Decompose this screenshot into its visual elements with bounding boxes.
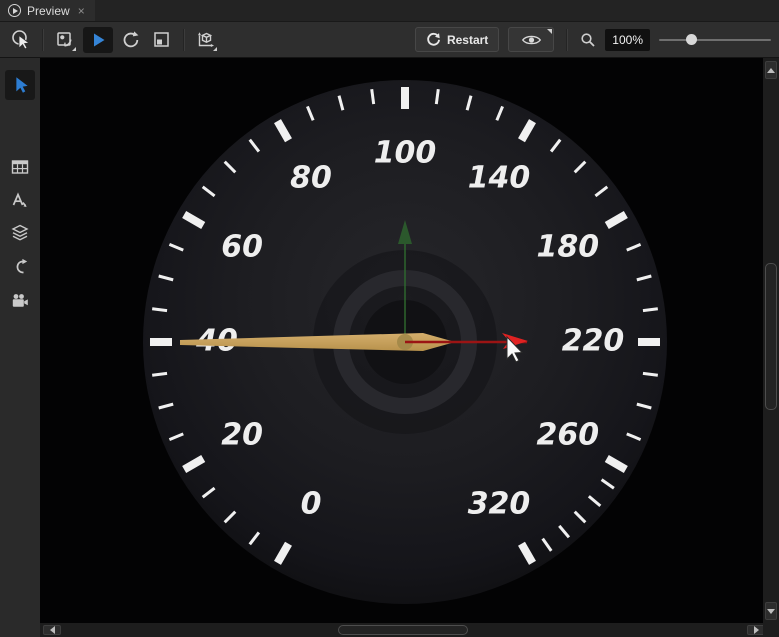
gauge-minor-tick — [643, 373, 658, 375]
restart-button[interactable]: Restart — [415, 27, 499, 52]
play-icon — [88, 30, 108, 50]
camera-icon — [10, 291, 30, 311]
zoom-slider-handle[interactable] — [686, 34, 697, 45]
preview-window: Preview × — [0, 0, 779, 637]
sidebar-item-table-view[interactable] — [5, 152, 35, 182]
toolbar-right-group: Restart 100% — [415, 27, 771, 52]
restart-label: Restart — [447, 33, 488, 47]
horizontal-scrollbar[interactable] — [40, 623, 763, 637]
rotate-tool-icon — [120, 29, 142, 51]
rotate-tool-button[interactable] — [118, 27, 144, 53]
arrow-up-icon — [767, 68, 775, 73]
sidebar-item-camera[interactable] — [5, 286, 35, 316]
toolbar-separator — [566, 29, 568, 51]
scale-tool-button[interactable] — [149, 27, 175, 53]
dropdown-corner-icon — [547, 29, 552, 34]
play-tool-button[interactable] — [83, 27, 113, 53]
connections-icon — [10, 257, 30, 277]
text-tool-icon — [10, 190, 30, 210]
zoom-slider-track[interactable] — [659, 39, 771, 41]
sidebar-item-select[interactable] — [5, 70, 35, 100]
scroll-up-button[interactable] — [765, 61, 777, 79]
toolbar: Restart 100% — [0, 22, 779, 58]
gauge-value-label: 260 — [537, 418, 600, 453]
arrow-right-icon — [754, 626, 759, 634]
arrow-down-icon — [767, 609, 775, 614]
scale-tool-icon — [151, 29, 173, 51]
sidebar-item-text[interactable] — [5, 185, 35, 215]
sidebar-item-layers[interactable] — [5, 218, 35, 248]
transform-tool-button[interactable] — [52, 27, 78, 53]
gauge-value-label: 140 — [468, 161, 531, 196]
arrow-left-icon — [50, 626, 55, 634]
gauge-value-label: 100 — [374, 136, 437, 171]
gauge-value-label: 180 — [537, 230, 600, 265]
visibility-button[interactable] — [508, 27, 554, 52]
zoom-slider[interactable] — [659, 33, 771, 47]
gauge-value-label: 80 — [290, 161, 332, 196]
preview-play-icon — [8, 4, 21, 17]
zoom-magnifier-icon — [580, 32, 596, 48]
gauge-minor-tick — [152, 309, 167, 311]
vertical-scroll-thumb[interactable] — [765, 263, 777, 410]
zoom-level-value[interactable]: 100% — [605, 29, 650, 51]
gauge-value-label: 220 — [562, 324, 625, 359]
vertical-scrollbar[interactable] — [763, 58, 779, 623]
gauge-minor-tick — [152, 373, 167, 375]
scrollbar-corner — [763, 623, 779, 637]
gauge-value-label: 60 — [221, 230, 263, 265]
preview-canvas[interactable]: 020406080100140180220260320 — [40, 58, 763, 623]
scroll-left-button[interactable] — [43, 625, 61, 635]
toolbar-separator — [42, 29, 44, 51]
sidebar-item-connections[interactable] — [5, 252, 35, 282]
gauge-minor-tick — [436, 89, 438, 104]
gauge-value-label: 20 — [221, 418, 263, 453]
gauge-preview: 020406080100140180220260320 — [40, 58, 763, 623]
gauge-minor-tick — [643, 309, 658, 311]
scroll-down-button[interactable] — [765, 602, 777, 620]
select-tool-icon — [10, 29, 32, 51]
dropdown-corner-icon — [72, 47, 76, 51]
left-sidebar — [0, 58, 40, 637]
move-3d-tool-button[interactable] — [193, 27, 219, 53]
tab-bar: Preview × — [0, 0, 779, 22]
eye-icon — [521, 33, 542, 47]
dropdown-corner-icon — [213, 47, 217, 51]
tab-close-icon[interactable]: × — [76, 5, 87, 17]
gauge-value-label: 0 — [301, 486, 322, 521]
gauge-minor-tick — [372, 89, 374, 104]
horizontal-scroll-thumb[interactable] — [338, 625, 468, 635]
select-tool-button[interactable] — [8, 27, 34, 53]
gauge-value-label: 320 — [468, 486, 531, 521]
tab-preview[interactable]: Preview × — [0, 0, 95, 21]
select-cursor-icon — [10, 75, 30, 95]
restart-icon — [426, 32, 441, 47]
table-icon — [10, 157, 30, 177]
toolbar-separator — [183, 29, 185, 51]
tab-title: Preview — [27, 4, 70, 18]
layers-icon — [10, 223, 30, 243]
